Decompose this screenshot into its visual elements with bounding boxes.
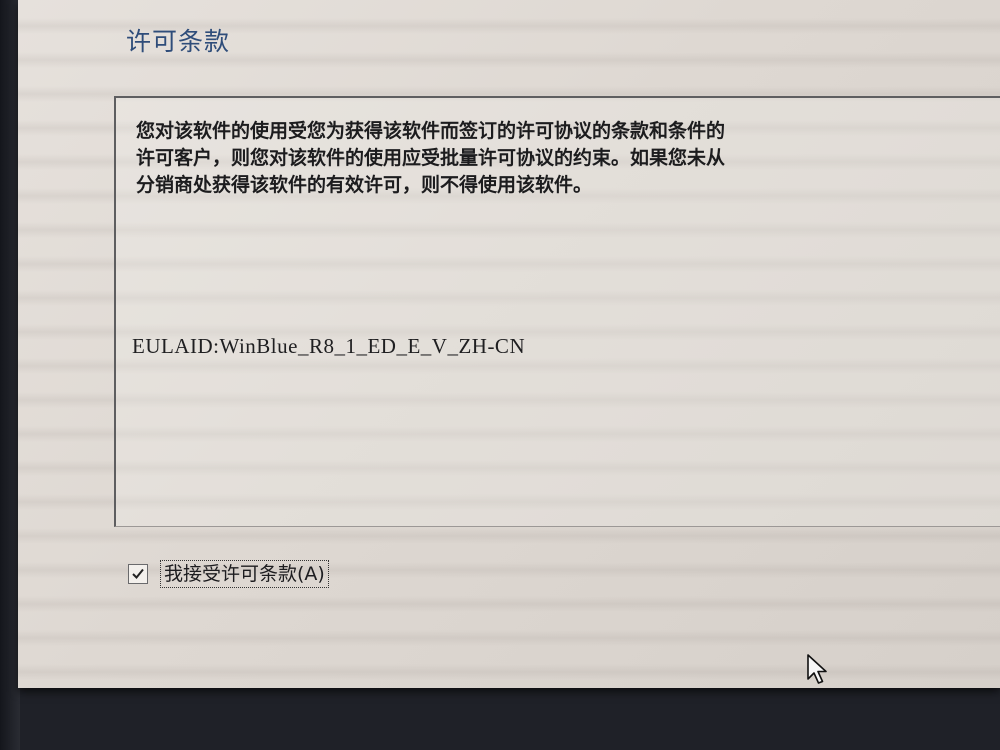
accept-terms-row[interactable]: 我接受许可条款(A) — [128, 560, 329, 588]
license-text: 您对该软件的使用受您为获得该软件而签订的许可协议的条款和条件的 许可客户，则您对… — [136, 118, 1000, 199]
setup-window: 许可条款 您对该软件的使用受您为获得该软件而签订的许可协议的条款和条件的 许可客… — [18, 0, 1000, 688]
eula-id: EULAID:WinBlue_R8_1_ED_E_V_ZH-CN — [132, 334, 526, 358]
accept-terms-checkbox[interactable] — [128, 564, 148, 584]
license-line: 许可客户，则您对该软件的使用应受批量许可协议的约束。如果您未从 — [136, 147, 726, 169]
license-line: 分销商处获得该软件的有效许可，则不得使用该软件。 — [136, 174, 593, 196]
accept-terms-label[interactable]: 我接受许可条款(A) — [160, 560, 329, 588]
monitor-bezel — [0, 0, 20, 750]
screen: 许可条款 您对该软件的使用受您为获得该软件而签订的许可协议的条款和条件的 许可客… — [0, 0, 1000, 750]
page-title: 许可条款 — [126, 27, 231, 56]
mouse-pointer-icon — [807, 654, 827, 684]
license-text-box[interactable]: 您对该软件的使用受您为获得该软件而签订的许可协议的条款和条件的 许可客户，则您对… — [114, 96, 1000, 527]
license-line: 您对该软件的使用受您为获得该软件而签订的许可协议的条款和条件的 — [136, 120, 726, 142]
checkmark-icon — [132, 568, 144, 579]
